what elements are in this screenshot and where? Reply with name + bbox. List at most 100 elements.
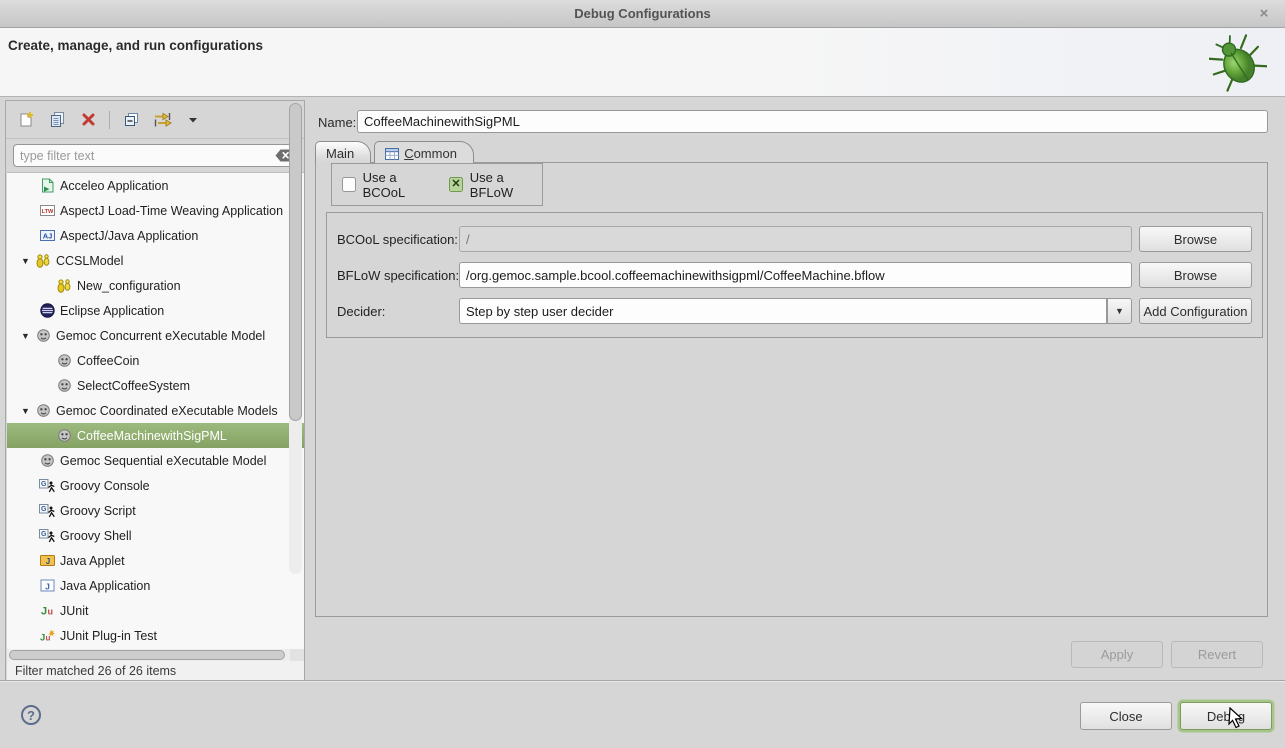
- tree-item-new-configuration[interactable]: New_configuration: [7, 273, 304, 298]
- tree-item-label: New_configuration: [77, 279, 181, 293]
- tab-common-label: Common: [404, 146, 457, 161]
- name-input[interactable]: [357, 110, 1268, 133]
- window-title: Debug Configurations: [574, 6, 711, 21]
- decider-combo[interactable]: Step by step user decider: [459, 298, 1107, 324]
- tree-item-junit[interactable]: JuJUnit: [7, 598, 304, 623]
- delete-button[interactable]: [78, 111, 98, 129]
- aspectj-java-icon: AJ: [38, 228, 56, 243]
- language-usage-group: Use a BCOoL ✕ Use a BFLoW: [331, 163, 543, 206]
- tree-vertical-scrollbar-thumb[interactable]: [289, 103, 302, 421]
- use-a-bflow-checkbox[interactable]: ✕ Use a BFLoW: [449, 170, 542, 200]
- tree-item-label: Groovy Console: [60, 479, 150, 493]
- duplicate-button[interactable]: [47, 111, 67, 129]
- tree-horizontal-scrollbar[interactable]: [7, 649, 290, 661]
- tree-item-aspectj-load-time-weaving-application[interactable]: LTWAspectJ Load-Time Weaving Application: [7, 198, 304, 223]
- svg-text:G: G: [40, 531, 46, 538]
- configuration-tree: Acceleo Application LTWAspectJ Load-Time …: [7, 172, 304, 649]
- tree-item-label: Groovy Shell: [60, 529, 132, 543]
- duplicate-icon: [49, 111, 66, 128]
- filter-icon: [153, 111, 172, 128]
- filter-button[interactable]: [152, 111, 172, 129]
- bcool-browse-button[interactable]: Browse: [1139, 226, 1252, 252]
- tree-item-label: Gemoc Concurrent eXecutable Model: [56, 329, 265, 343]
- table-icon: [385, 148, 399, 160]
- help-button[interactable]: ?: [21, 705, 41, 725]
- tree-item-label: AspectJ Load-Time Weaving Application: [60, 204, 283, 218]
- java-application-icon: J: [38, 578, 56, 593]
- configuration-detail-panel: Name: Main Common Use a BCOoL✕Use a BFLo…: [315, 97, 1270, 681]
- apply-button[interactable]: Apply: [1071, 641, 1163, 668]
- groovy-icon: G: [38, 503, 56, 518]
- gemoc-icon: [38, 453, 56, 468]
- filter-status-text: Filter matched 26 of 26 items: [7, 661, 304, 682]
- configurations-sidebar: Acceleo Application LTWAspectJ Load-Time …: [5, 100, 305, 682]
- svg-text:J: J: [41, 606, 47, 618]
- debug-bug-icon: [1209, 32, 1267, 95]
- filter-input[interactable]: [20, 149, 275, 163]
- bflow-browse-button[interactable]: Browse: [1139, 262, 1252, 288]
- delete-icon: [81, 112, 96, 127]
- window-close-icon[interactable]: ×: [1255, 5, 1273, 23]
- tree-item-gemoc-sequential-executable-model[interactable]: Gemoc Sequential eXecutable Model: [7, 448, 304, 473]
- expand-arrow-icon[interactable]: ▼: [17, 331, 34, 341]
- collapse-all-icon: [123, 111, 140, 128]
- tree-item-label: Eclipse Application: [60, 304, 164, 318]
- tree-item-java-application[interactable]: JJava Application: [7, 573, 304, 598]
- acceleo-icon: [38, 178, 56, 193]
- window-titlebar: Debug Configurations ×: [0, 0, 1285, 28]
- tree-item-java-applet[interactable]: JJava Applet: [7, 548, 304, 573]
- groovy-icon: G: [38, 528, 56, 543]
- collapse-all-button[interactable]: [121, 111, 141, 129]
- tree-item-gemoc-concurrent-executable-model[interactable]: ▼ Gemoc Concurrent eXecutable Model: [7, 323, 304, 348]
- decider-label: Decider:: [337, 304, 385, 319]
- tree-item-junit-plug-in-test[interactable]: JuJUnit Plug-in Test: [7, 623, 304, 648]
- tree-vertical-scrollbar[interactable]: [289, 103, 302, 574]
- tree-item-groovy-script[interactable]: G Groovy Script: [7, 498, 304, 523]
- ccsl-icon: [34, 253, 52, 268]
- bcool-specification-row: BCOoL specification: Browse: [327, 226, 1262, 252]
- tab-main[interactable]: Main: [315, 141, 371, 163]
- tree-item-groovy-shell[interactable]: G Groovy Shell: [7, 523, 304, 548]
- new-configuration-button[interactable]: [16, 111, 36, 129]
- tree-item-aspectj-java-application[interactable]: AJ AspectJ/Java Application: [7, 223, 304, 248]
- tree-item-acceleo-application[interactable]: Acceleo Application: [7, 173, 304, 198]
- gemoc-icon: [34, 403, 52, 418]
- revert-button[interactable]: Revert: [1171, 641, 1263, 668]
- checkbox-label: Use a BFLoW: [470, 170, 542, 200]
- bflow-specification-input[interactable]: [459, 262, 1132, 288]
- tree-horizontal-scrollbar-thumb[interactable]: [9, 650, 285, 660]
- tree-item-coffeemachinewithsigpml[interactable]: CoffeeMachinewithSigPML: [7, 423, 304, 448]
- junit-icon: Ju: [38, 603, 56, 618]
- tree-item-label: Groovy Script: [60, 504, 136, 518]
- add-configuration-button[interactable]: Add Configuration: [1139, 298, 1252, 324]
- groovy-icon: G: [38, 478, 56, 493]
- expand-arrow-icon[interactable]: ▼: [17, 406, 34, 416]
- tab-bar: Main Common: [315, 141, 474, 163]
- debug-button[interactable]: Debug: [1180, 702, 1272, 730]
- gemoc-icon: [34, 328, 52, 343]
- tree-item-label: Acceleo Application: [60, 179, 168, 193]
- tree-item-label: CoffeeMachinewithSigPML: [77, 429, 227, 443]
- tab-main-label: Main: [326, 146, 354, 161]
- expand-arrow-icon[interactable]: ▼: [17, 256, 34, 266]
- tree-item-coffeecoin[interactable]: CoffeeCoin: [7, 348, 304, 373]
- tree-item-selectcoffeesystem[interactable]: SelectCoffeeSystem: [7, 373, 304, 398]
- tree-item-eclipse-application[interactable]: Eclipse Application: [7, 298, 304, 323]
- close-button[interactable]: Close: [1080, 702, 1172, 730]
- tree-item-groovy-console[interactable]: G Groovy Console: [7, 473, 304, 498]
- tree-item-ccslmodel[interactable]: ▼CCSLModel: [7, 248, 304, 273]
- checkbox-checked-icon[interactable]: ✕: [449, 177, 463, 192]
- tree-item-label: SelectCoffeeSystem: [77, 379, 190, 393]
- tree-item-gemoc-coordinated-executable-models[interactable]: ▼Gemoc Coordinated eXecutable Models: [7, 398, 304, 423]
- decider-combo-arrow[interactable]: ▼: [1107, 298, 1132, 324]
- use-a-bcool-checkbox[interactable]: Use a BCOoL: [342, 170, 434, 200]
- tree-item-label: AspectJ/Java Application: [60, 229, 198, 243]
- menu-arrow-button[interactable]: [183, 111, 203, 129]
- checkbox-unchecked-icon[interactable]: [342, 177, 356, 192]
- tab-common[interactable]: Common: [374, 141, 474, 163]
- new-configuration-icon: [18, 111, 35, 128]
- eclipse-icon: [38, 303, 56, 318]
- decider-row: Decider: Step by step user decider ▼ Add…: [327, 298, 1262, 324]
- svg-text:J: J: [40, 633, 45, 644]
- svg-text:J: J: [45, 581, 50, 591]
